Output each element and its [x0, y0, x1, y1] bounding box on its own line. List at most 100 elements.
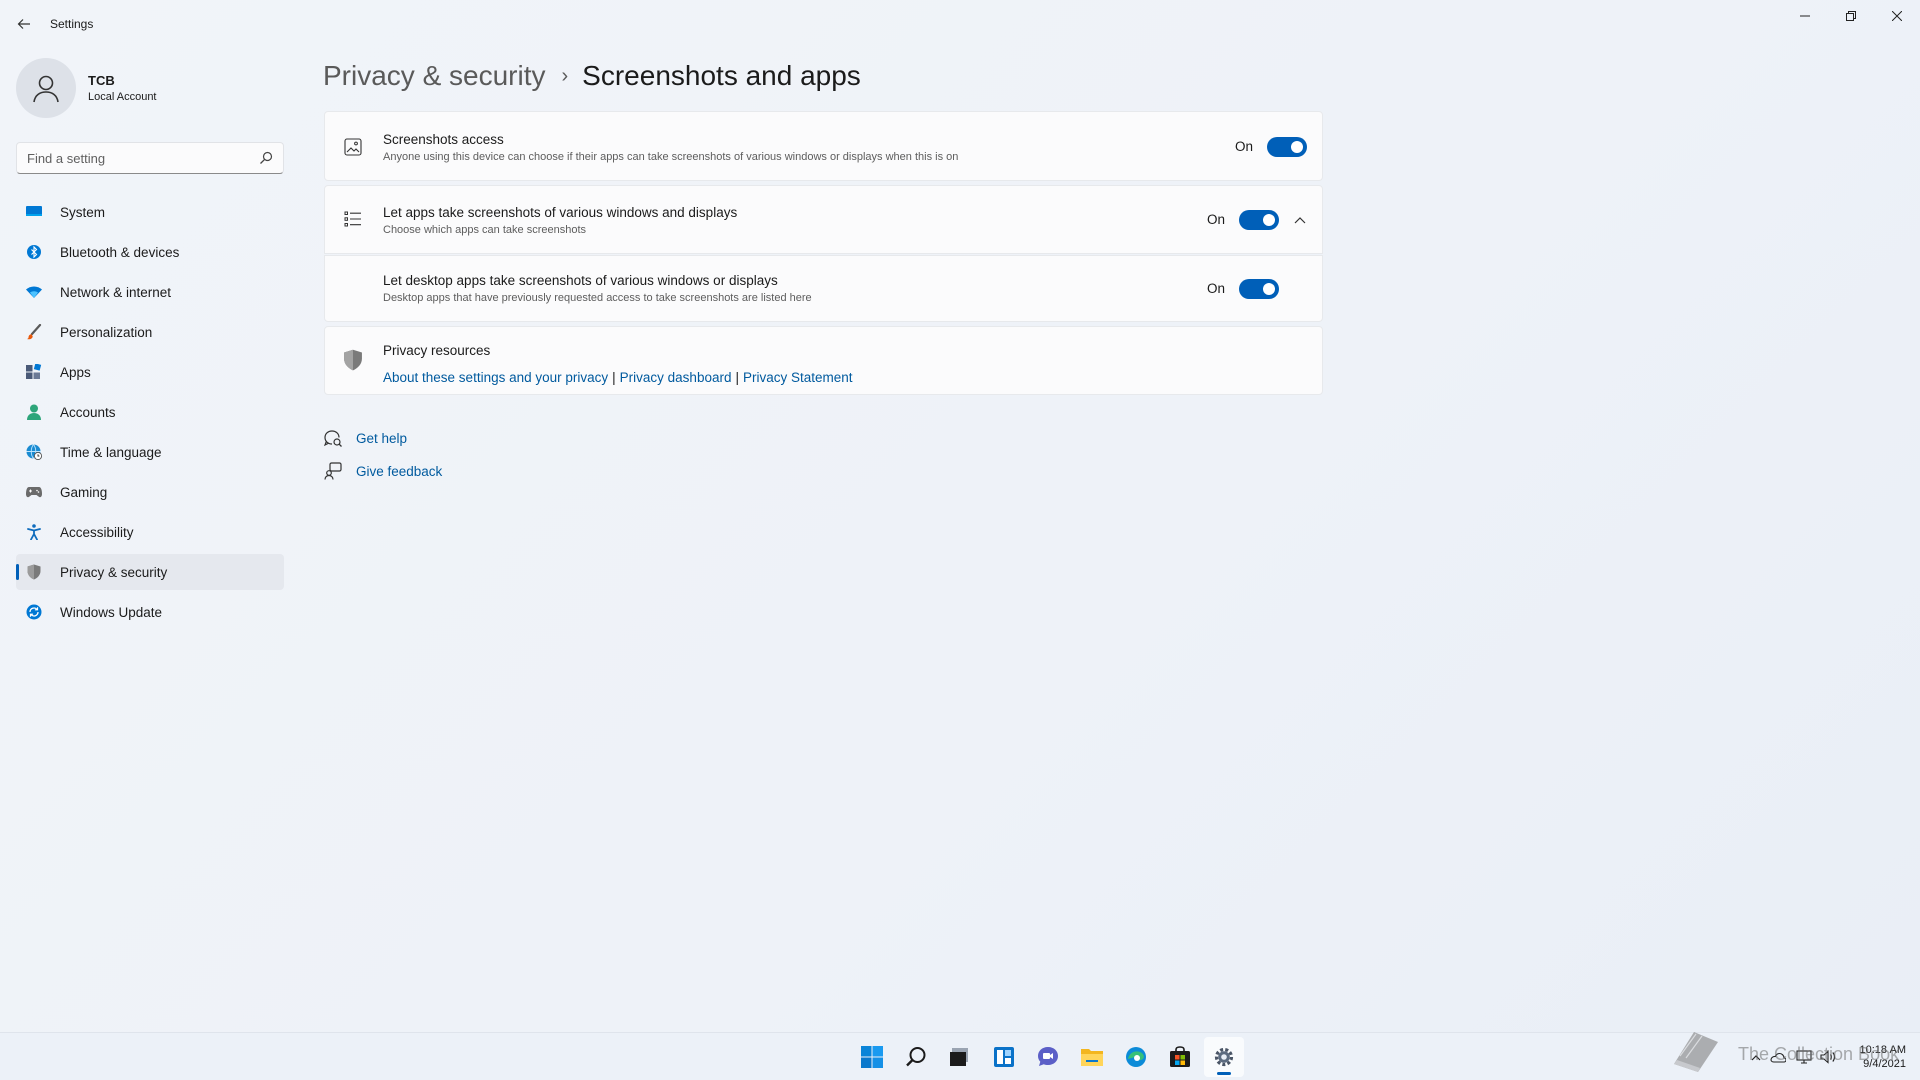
sidebar-item-windows-update[interactable]: Windows Update	[16, 594, 284, 630]
apps-screenshots-state: On	[1207, 212, 1226, 227]
sidebar-item-bluetooth[interactable]: Bluetooth & devices	[16, 234, 284, 270]
sidebar-item-network[interactable]: Network & internet	[16, 274, 284, 310]
apps-screenshots-toggle[interactable]	[1239, 210, 1279, 230]
avatar	[16, 58, 76, 118]
apps-screenshots-description: Choose which apps can take screenshots	[383, 224, 587, 236]
privacy-dashboard-link[interactable]: Privacy dashboard	[620, 370, 732, 385]
page-title: Screenshots and apps	[582, 60, 861, 91]
sidebar-item-gaming[interactable]: Gaming	[16, 474, 284, 510]
desktop-apps-screenshots-card: Let desktop apps take screenshots of var…	[324, 255, 1323, 322]
update-icon	[26, 604, 42, 620]
app-title: Settings	[50, 17, 94, 31]
get-help-icon	[324, 429, 342, 447]
profile-name: TCB	[88, 73, 115, 88]
sidebar-item-label: Time & language	[60, 444, 162, 460]
shield-icon	[343, 349, 363, 371]
accounts-icon	[26, 404, 42, 420]
back-button[interactable]	[12, 12, 36, 36]
user-profile[interactable]: TCB Local Account	[16, 58, 286, 118]
list-icon	[343, 209, 363, 229]
search-icon	[260, 151, 273, 164]
breadcrumb-separator: ›	[561, 64, 569, 87]
desktop-apps-screenshots-toggle[interactable]	[1239, 279, 1279, 299]
chat-button[interactable]	[1028, 1037, 1068, 1077]
give-feedback-link[interactable]: Give feedback	[356, 464, 442, 479]
person-icon	[33, 75, 59, 103]
book-icon	[1674, 1032, 1718, 1072]
taskbar-search-button[interactable]	[896, 1037, 936, 1077]
title-bar: Settings	[0, 0, 1920, 48]
link-separator: |	[735, 370, 739, 385]
chat-icon	[1038, 1047, 1058, 1066]
apps-screenshots-title: Let apps take screenshots of various win…	[383, 205, 738, 220]
sidebar-item-privacy-security[interactable]: Privacy & security	[16, 554, 284, 590]
search-icon	[906, 1047, 926, 1067]
minimize-button[interactable]	[1782, 0, 1828, 32]
close-button[interactable]	[1874, 0, 1920, 32]
give-feedback-icon	[324, 462, 342, 480]
sidebar-item-label: System	[60, 204, 106, 220]
screenshots-access-description: Anyone using this device can choose if t…	[383, 151, 959, 163]
bluetooth-icon	[26, 244, 42, 260]
brush-icon	[26, 324, 42, 340]
sidebar-item-accessibility[interactable]: Accessibility	[16, 514, 284, 550]
desktop-apps-screenshots-title: Let desktop apps take screenshots of var…	[383, 273, 778, 288]
get-help-row[interactable]: Get help	[324, 428, 407, 448]
sidebar-item-accounts[interactable]: Accounts	[16, 394, 284, 430]
sidebar-item-label: Accessibility	[60, 524, 134, 540]
link-separator: |	[612, 370, 616, 385]
sidebar-item-label: Personalization	[60, 324, 153, 340]
screenshots-access-state: On	[1235, 139, 1254, 154]
sidebar-item-time-language[interactable]: Time & language	[16, 434, 284, 470]
screenshots-access-toggle[interactable]	[1267, 137, 1307, 157]
system-icon	[26, 204, 42, 220]
sidebar-item-label: Apps	[60, 364, 91, 380]
file-explorer-button[interactable]	[1072, 1037, 1112, 1077]
store-icon	[1170, 1046, 1190, 1067]
profile-account-type: Local Account	[88, 91, 157, 103]
get-help-link[interactable]: Get help	[356, 431, 407, 446]
widgets-icon	[994, 1047, 1014, 1067]
chevron-up-icon[interactable]	[1292, 212, 1308, 228]
screenshot-image-icon	[343, 137, 363, 157]
apps-screenshots-card[interactable]: Let apps take screenshots of various win…	[324, 185, 1323, 254]
edge-button[interactable]	[1116, 1037, 1156, 1077]
sidebar-item-label: Accounts	[60, 404, 116, 420]
settings-taskbar-button[interactable]	[1204, 1037, 1244, 1077]
search-box[interactable]	[16, 142, 284, 174]
widgets-button[interactable]	[984, 1037, 1024, 1077]
start-button[interactable]	[852, 1037, 892, 1077]
apps-icon	[26, 364, 42, 380]
privacy-resources-title: Privacy resources	[383, 343, 491, 358]
privacy-statement-link[interactable]: Privacy Statement	[743, 370, 853, 385]
sidebar-item-system[interactable]: System	[16, 194, 284, 230]
shield-icon	[26, 564, 42, 580]
desktop-apps-screenshots-state: On	[1207, 281, 1226, 296]
taskbar: 10:18 AM 9/4/2021	[0, 1032, 1920, 1080]
privacy-links: About these settings and your privacy | …	[383, 370, 853, 385]
sidebar-item-label: Network & internet	[60, 284, 172, 300]
start-icon	[861, 1046, 883, 1068]
watermark: The Collection Book	[1668, 1026, 1908, 1076]
back-arrow-icon	[17, 19, 30, 29]
accessibility-icon	[26, 524, 42, 540]
restore-button[interactable]	[1828, 0, 1874, 32]
screenshots-access-title: Screenshots access	[383, 132, 504, 147]
sidebar-item-label: Windows Update	[60, 604, 163, 620]
search-input[interactable]	[17, 143, 247, 173]
sidebar-item-personalization[interactable]: Personalization	[16, 314, 284, 350]
sidebar-item-apps[interactable]: Apps	[16, 354, 284, 390]
breadcrumb-parent[interactable]: Privacy & security	[323, 60, 546, 92]
active-app-indicator	[1217, 1072, 1231, 1075]
about-settings-privacy-link[interactable]: About these settings and your privacy	[383, 370, 608, 385]
minimize-icon	[1800, 15, 1810, 17]
sidebar-item-label: Bluetooth & devices	[60, 244, 180, 260]
privacy-resources-card: Privacy resources About these settings a…	[324, 326, 1323, 395]
give-feedback-row[interactable]: Give feedback	[324, 461, 442, 481]
watermark-text: The Collection Book	[1738, 1044, 1900, 1064]
desktop-apps-screenshots-description: Desktop apps that have previously reques…	[383, 292, 812, 304]
sidebar-item-label: Gaming	[60, 484, 108, 500]
store-button[interactable]	[1160, 1037, 1200, 1077]
task-view-button[interactable]	[939, 1037, 979, 1077]
file-explorer-icon	[1081, 1049, 1103, 1066]
